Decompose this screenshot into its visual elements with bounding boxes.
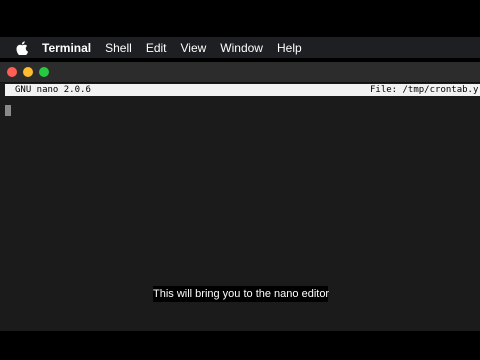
menu-app-terminal[interactable]: Terminal bbox=[42, 41, 91, 55]
menu-help[interactable]: Help bbox=[277, 41, 302, 55]
video-caption: This will bring you to the nano editor bbox=[153, 286, 330, 302]
nano-title-bar: GNU nano 2.0.6 File: /tmp/crontab.y bbox=[5, 84, 480, 96]
menu-view[interactable]: View bbox=[181, 41, 207, 55]
minimize-window-button[interactable] bbox=[23, 67, 33, 77]
text-cursor bbox=[5, 105, 11, 116]
video-letterbox-bottom bbox=[0, 331, 480, 360]
macos-menu-bar: Terminal Shell Edit View Window Help bbox=[0, 37, 480, 58]
apple-logo-icon[interactable] bbox=[15, 40, 29, 56]
zoom-window-button[interactable] bbox=[39, 67, 49, 77]
window-titlebar[interactable] bbox=[0, 62, 480, 83]
close-window-button[interactable] bbox=[7, 67, 17, 77]
menu-edit[interactable]: Edit bbox=[146, 41, 167, 55]
menu-shell[interactable]: Shell bbox=[105, 41, 132, 55]
video-letterbox-top bbox=[0, 0, 480, 37]
menu-window[interactable]: Window bbox=[220, 41, 263, 55]
nano-version-label: GNU nano 2.0.6 bbox=[15, 85, 91, 95]
nano-file-label: File: /tmp/crontab.y bbox=[370, 85, 479, 95]
